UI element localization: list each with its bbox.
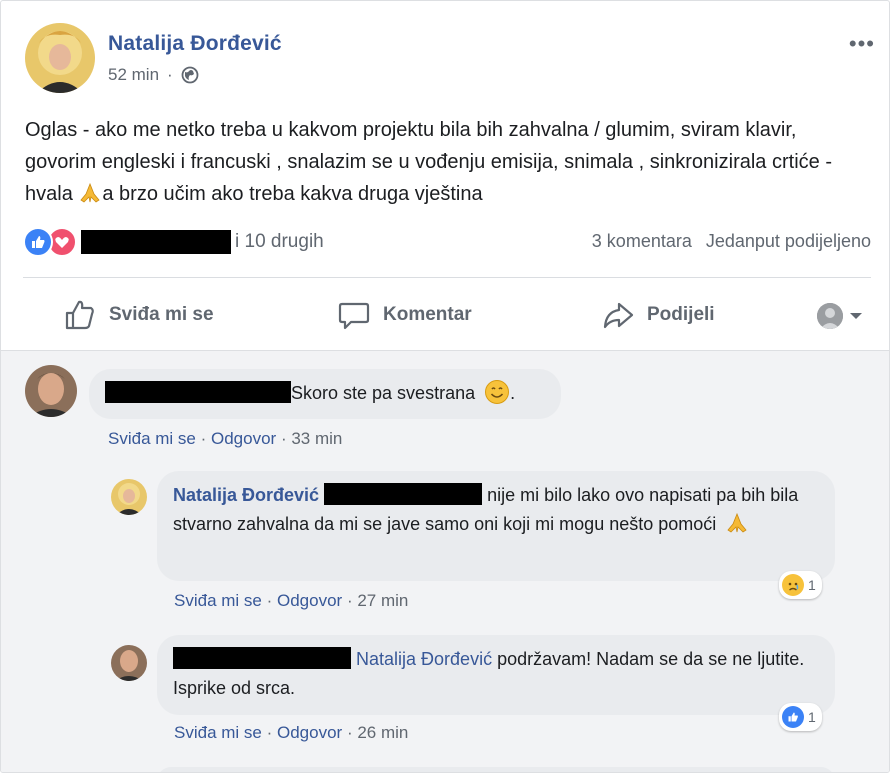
separator-dot: · [346, 723, 358, 742]
smiling-face-icon [485, 380, 510, 404]
next-comment-edge [157, 767, 835, 772]
sad-reaction-icon [782, 574, 804, 596]
redacted-name [324, 483, 483, 505]
post-text-end: a brzo učim ako treba kakva druga vješti… [102, 183, 483, 205]
separator-dot: · [346, 591, 358, 610]
reactions-summary[interactable]: i 10 drugih [23, 227, 324, 257]
reply-reply-link[interactable]: Odgovor [277, 591, 342, 610]
share-button-label: Podijeli [647, 304, 715, 325]
post-card: Natalija Đorđević 52 min · ••• Oglas - a… [0, 0, 890, 773]
audience-selector[interactable] [817, 303, 863, 329]
reply-reaction-badge[interactable]: 1 [779, 571, 822, 599]
comment-button-label: Komentar [383, 304, 472, 325]
comments-count[interactable]: 3 komentara [592, 231, 692, 252]
comment-icon [338, 302, 370, 330]
comment-actions: Sviđa mi se · Odgovor · 33 min [108, 429, 342, 449]
post-time[interactable]: 52 min [108, 65, 159, 85]
reply-bubble: Natalija Đorđević nije mi bilo lako ovo … [157, 471, 835, 581]
like-button-label: Sviđa mi se [109, 304, 214, 325]
separator-dot: · [200, 429, 211, 448]
share-button[interactable]: Podijeli [601, 298, 715, 332]
globe-icon[interactable] [181, 66, 199, 84]
post-actions: Sviđa mi se Komentar Podijeli [23, 289, 871, 341]
reply-reply-link[interactable]: Odgovor [277, 723, 342, 742]
author-name[interactable]: Natalija Đorđević [108, 32, 282, 56]
post-stats: 3 komentara Jedanput podijeljeno [592, 231, 871, 252]
reply-like-link[interactable]: Sviđa mi se [174, 723, 262, 742]
reaction-count: 1 [808, 709, 816, 725]
separator-dot: · [266, 591, 277, 610]
thumbs-up-icon [65, 300, 94, 330]
comment-time[interactable]: 33 min [291, 429, 342, 448]
reply-like-link[interactable]: Sviđa mi se [174, 591, 262, 610]
praying-hands-icon [80, 182, 100, 203]
reply-author-name[interactable]: Natalija Đorđević [173, 485, 319, 505]
chevron-down-icon [850, 313, 862, 319]
separator-dot: · [266, 723, 277, 742]
reply-bubble: Natalija Đorđević podržavam! Nadam se da… [157, 635, 835, 715]
reply-time[interactable]: 26 min [357, 723, 408, 742]
post-text: Oglas - ako me netko treba u kakvom proj… [25, 114, 865, 210]
redacted-name [105, 381, 291, 403]
redacted-name [173, 647, 351, 669]
post-meta: 52 min · [108, 65, 199, 85]
share-icon [603, 302, 634, 329]
comment-text-end: . [510, 383, 516, 403]
reply-time[interactable]: 27 min [357, 591, 408, 610]
profile-avatar [817, 303, 843, 329]
reply-actions: Sviđa mi se · Odgovor · 27 min [174, 591, 408, 611]
divider [23, 277, 871, 278]
reply-author-avatar[interactable] [111, 479, 147, 515]
like-reaction-icon [23, 227, 53, 257]
reactions-count: i 10 drugih [235, 231, 324, 252]
mention-link[interactable]: Natalija Đorđević [356, 649, 492, 669]
separator-dot: · [167, 65, 173, 84]
comment-button[interactable]: Komentar [337, 298, 472, 332]
comment-text: Skoro ste pa svestrana [291, 383, 476, 403]
shares-count[interactable]: Jedanput podijeljeno [706, 231, 871, 252]
reaction-count: 1 [808, 577, 816, 593]
like-button[interactable]: Sviđa mi se [63, 298, 214, 332]
redacted-names [81, 230, 231, 254]
reply-reaction-badge[interactable]: 1 [779, 703, 822, 731]
reply-actions: Sviđa mi se · Odgovor · 26 min [174, 723, 408, 743]
reply-author-avatar[interactable] [111, 645, 147, 681]
comment-bubble: Skoro ste pa svestrana . [89, 369, 561, 419]
praying-hands-icon [727, 512, 747, 533]
author-avatar[interactable] [25, 23, 95, 93]
separator-dot: · [280, 429, 292, 448]
comment-like-link[interactable]: Sviđa mi se [108, 429, 196, 448]
like-reaction-icon [782, 706, 804, 728]
more-options-icon[interactable]: ••• [849, 31, 875, 57]
commenter-avatar[interactable] [25, 365, 77, 417]
comment-reply-link[interactable]: Odgovor [211, 429, 276, 448]
